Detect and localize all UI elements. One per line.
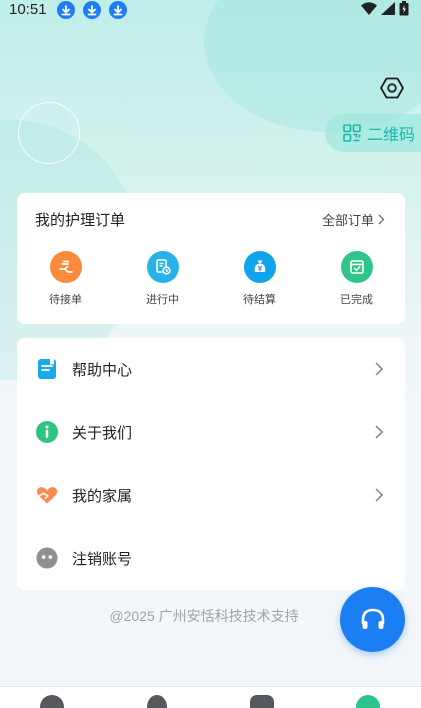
order-status-label: 已完成 [340, 293, 373, 306]
headset-icon [361, 608, 384, 629]
hand-icon [49, 251, 82, 283]
status-bar: 10:51 [0, 0, 421, 22]
bottom-tab-bar [0, 686, 421, 708]
chevron-right-icon [375, 488, 383, 502]
all-orders-link[interactable]: 全部订单 [322, 210, 385, 229]
menu-item-delete-account[interactable]: 注销账号 [17, 527, 405, 589]
status-time: 10:51 [9, 1, 47, 18]
chevron-right-icon [378, 214, 385, 225]
chevron-right-icon [375, 425, 383, 439]
face-icon [36, 547, 58, 569]
orders-title: 我的护理订单 [35, 211, 126, 229]
order-status-label: 待结算 [243, 293, 276, 306]
tab-nurse-icon[interactable] [147, 695, 167, 708]
menu-item-label: 注销账号 [72, 549, 133, 568]
money-bag-icon [243, 251, 276, 283]
order-status-in-progress[interactable]: 进行中 [123, 251, 203, 307]
document-clock-icon [146, 251, 179, 283]
tab-profile-icon[interactable] [356, 695, 380, 708]
download-icon [83, 1, 101, 19]
order-status-pending[interactable]: 待接单 [26, 251, 106, 307]
signal-icon [381, 2, 395, 15]
chevron-right-icon [375, 362, 383, 376]
customer-service-button[interactable] [340, 587, 405, 652]
order-status-label: 待接单 [49, 293, 82, 306]
qr-code-label: 二维码 [367, 125, 416, 144]
wifi-icon [361, 2, 377, 15]
menu-item-my-family[interactable]: 我的家属 [17, 464, 405, 526]
info-icon [36, 421, 58, 443]
qr-code-button[interactable]: 二维码 [325, 114, 421, 152]
check-box-icon [340, 251, 373, 283]
battery-icon [399, 1, 409, 16]
order-status-completed[interactable]: 已完成 [317, 251, 397, 307]
menu-item-label: 关于我们 [72, 423, 133, 442]
menu-item-label: 帮助中心 [72, 360, 133, 379]
book-icon [36, 358, 58, 380]
orders-card: 我的护理订单 全部订单 待接单 进行中 待结算 已完成 [17, 193, 405, 324]
tab-home-icon[interactable] [40, 695, 64, 708]
menu-item-help-center[interactable]: 帮助中心 [17, 338, 405, 400]
all-orders-label: 全部订单 [321, 214, 374, 229]
order-status-settlement[interactable]: 待结算 [220, 251, 300, 307]
order-status-label: 进行中 [146, 293, 179, 306]
menu-card: 帮助中心 关于我们 我的家属 注销账号 [17, 338, 405, 590]
download-icon [109, 1, 127, 19]
heart-icon [36, 484, 58, 506]
menu-item-label: 我的家属 [72, 486, 133, 505]
download-icon [57, 1, 75, 19]
qr-code-icon [343, 124, 361, 142]
avatar[interactable] [18, 102, 80, 164]
settings-icon[interactable] [379, 75, 405, 101]
menu-item-about-us[interactable]: 关于我们 [17, 401, 405, 463]
tab-message-icon[interactable] [250, 695, 274, 708]
